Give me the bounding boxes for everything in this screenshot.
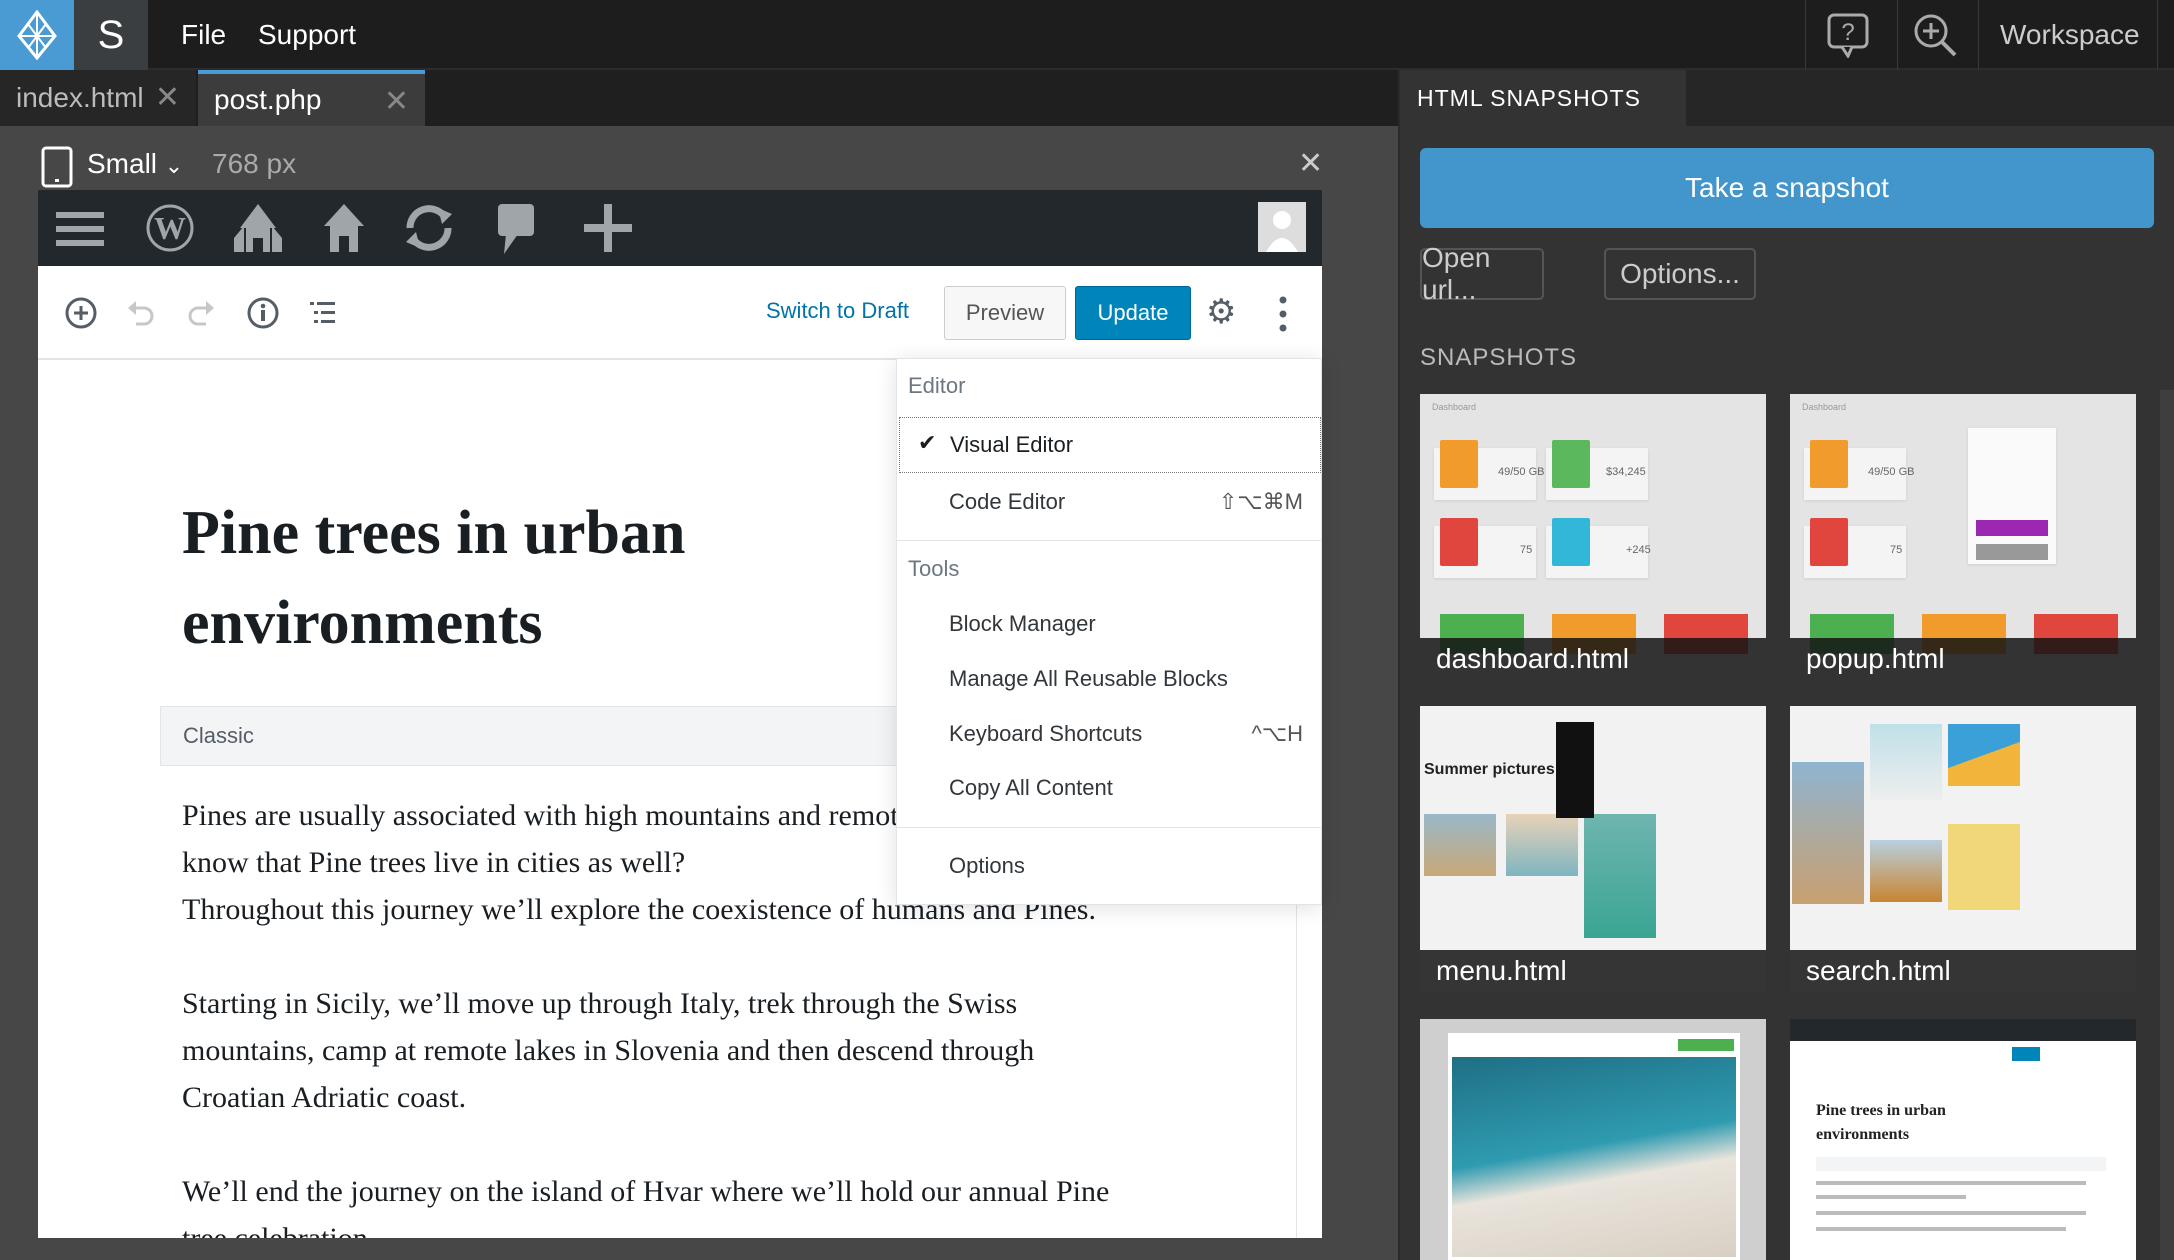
snapshot-menu[interactable]: Summer pictures menu.html bbox=[1420, 706, 1766, 992]
phone-icon[interactable] bbox=[40, 146, 74, 192]
add-new-icon[interactable] bbox=[584, 204, 632, 252]
thumb-text: Pine trees in urban environments bbox=[1816, 1102, 1946, 1143]
svg-text:W: W bbox=[154, 210, 186, 246]
my-sites-icon[interactable] bbox=[230, 202, 286, 254]
zoom-in-icon[interactable] bbox=[1912, 12, 1958, 62]
post-title[interactable]: Pine trees in urban environments bbox=[182, 488, 902, 668]
tab-post-php[interactable]: post.php ✕ bbox=[198, 70, 425, 126]
avatar[interactable] bbox=[1258, 202, 1306, 252]
divider bbox=[1978, 0, 1979, 70]
menu-item-copy-all-content[interactable]: Copy All Content bbox=[949, 775, 1113, 801]
paragraph[interactable]: Starting in Sicily, we’ll move up throug… bbox=[182, 980, 1142, 1121]
snapshot-label: search.html bbox=[1790, 950, 2136, 992]
outline-icon[interactable] bbox=[308, 300, 338, 326]
add-block-icon[interactable] bbox=[64, 296, 98, 330]
divider bbox=[897, 827, 1321, 828]
menu-item-label: Visual Editor bbox=[950, 432, 1074, 457]
menu-item-options[interactable]: Options bbox=[949, 853, 1025, 879]
thumb-text: Summer pictures bbox=[1424, 761, 1555, 778]
snapshot-popup[interactable]: Dashboard 49/50 GB 75 popup.html bbox=[1790, 394, 2136, 680]
thumb-text: 75 bbox=[1520, 544, 1533, 556]
more-menu-icon[interactable] bbox=[1278, 296, 1288, 332]
app-logo[interactable] bbox=[0, 0, 74, 70]
close-tab-icon[interactable]: ✕ bbox=[155, 80, 180, 115]
settings-gear-icon[interactable]: ⚙ bbox=[1206, 292, 1236, 332]
device-size-label: Small bbox=[87, 148, 158, 179]
preview-button[interactable]: Preview bbox=[944, 286, 1066, 340]
classic-block-toolbar[interactable]: Classic bbox=[160, 706, 960, 766]
snapshot-label: menu.html bbox=[1420, 950, 1766, 992]
thumb-text: 75 bbox=[1890, 544, 1903, 556]
preview-bottom-margin bbox=[0, 1238, 1400, 1260]
device-size-select[interactable]: Small ⌄ bbox=[87, 148, 183, 180]
close-preview-icon[interactable]: ✕ bbox=[1298, 146, 1323, 181]
chevron-down-icon: ⌄ bbox=[164, 153, 184, 178]
shortcut-label: ⇧⌥⌘M bbox=[1218, 489, 1303, 514]
home-icon[interactable] bbox=[322, 202, 366, 254]
menu-file[interactable]: File bbox=[181, 0, 226, 70]
divider bbox=[897, 540, 1321, 541]
snapshot-label: popup.html bbox=[1790, 638, 2136, 680]
close-tab-icon[interactable]: ✕ bbox=[384, 84, 409, 119]
device-width-label: 768 px bbox=[212, 148, 297, 179]
menu-item-visual-editor[interactable]: ✔ Visual Editor bbox=[899, 417, 1321, 473]
open-url-button[interactable]: Open url... bbox=[1420, 242, 1544, 305]
thumb-text: 49/50 GB bbox=[1868, 466, 1915, 478]
snapshot-dashboard[interactable]: Dashboard 49/50 GB $34,245 75 +245 dashb… bbox=[1420, 394, 1766, 680]
divider bbox=[1805, 0, 1806, 70]
svg-text:?: ? bbox=[1841, 19, 1854, 46]
help-icon[interactable]: ? bbox=[1826, 12, 1870, 62]
divider bbox=[2157, 0, 2158, 70]
snapshot-wp-editor[interactable]: Pine trees in urban environments bbox=[1790, 1019, 2136, 1260]
menu-item-code-editor[interactable]: Code Editor bbox=[949, 489, 1065, 515]
take-snapshot-button[interactable]: Take a snapshot bbox=[1420, 148, 2154, 228]
thumb-text: 49/50 GB bbox=[1498, 466, 1545, 478]
menu-support[interactable]: Support bbox=[258, 0, 356, 70]
tab-label: index.html bbox=[16, 82, 144, 113]
wordpress-icon[interactable]: W bbox=[146, 204, 194, 252]
switch-to-draft-button[interactable]: Switch to Draft bbox=[766, 298, 909, 324]
checkmark-icon: ✔ bbox=[918, 430, 937, 455]
snapshot-label: dashboard.html bbox=[1420, 638, 1766, 680]
shortcut-label: ^⌥H bbox=[1251, 721, 1303, 746]
paragraph[interactable]: We’ll end the journey on the island of H… bbox=[182, 1168, 1142, 1238]
thumb-text: +245 bbox=[1626, 544, 1651, 556]
pinegrow-logo-icon bbox=[17, 10, 57, 60]
redo-icon[interactable] bbox=[186, 298, 216, 328]
comments-icon[interactable] bbox=[496, 202, 536, 256]
menu-heading-tools: Tools bbox=[908, 556, 960, 581]
info-icon[interactable] bbox=[246, 296, 280, 330]
tab-index-html[interactable]: index.html ✕ bbox=[0, 70, 196, 126]
divider bbox=[1897, 0, 1898, 70]
options-button[interactable]: Options... bbox=[1604, 248, 1756, 300]
menu-item-keyboard-shortcuts[interactable]: Keyboard Shortcuts bbox=[949, 721, 1142, 747]
thumb-text: Dashboard bbox=[1802, 402, 1847, 412]
update-button[interactable]: Update bbox=[1075, 286, 1191, 340]
updates-icon[interactable] bbox=[400, 202, 458, 254]
editor-toolbar: Switch to Draft Preview Update ⚙ bbox=[38, 266, 1322, 360]
workspace-button[interactable]: Workspace bbox=[2000, 0, 2140, 70]
snapshots-heading: SNAPSHOTS bbox=[1420, 344, 1578, 371]
tab-html-snapshots[interactable]: HTML SNAPSHOTS bbox=[1400, 70, 1686, 126]
menu-item-block-manager[interactable]: Block Manager bbox=[949, 611, 1096, 637]
thumb-text: Dashboard bbox=[1432, 402, 1477, 412]
hamburger-icon[interactable] bbox=[56, 210, 104, 248]
more-tools-menu: Editor ✔ Visual Editor Code Editor ⇧⌥⌘M … bbox=[896, 358, 1322, 905]
snapshots-panel: HTML SNAPSHOTS Take a snapshot Open url.… bbox=[1400, 70, 2174, 1260]
wp-admin-bar: W bbox=[38, 190, 1322, 266]
panel-scrollbar[interactable] bbox=[2160, 390, 2174, 1260]
menu-item-manage-reusable-blocks[interactable]: Manage All Reusable Blocks bbox=[949, 666, 1228, 692]
thumb-text: $34,245 bbox=[1606, 466, 1646, 478]
app-s-button[interactable]: S bbox=[74, 0, 148, 70]
snapshot-search[interactable]: search.html bbox=[1790, 706, 2136, 992]
snapshot-photo-modal[interactable] bbox=[1420, 1019, 1766, 1260]
tab-label: post.php bbox=[214, 84, 322, 115]
undo-icon[interactable] bbox=[126, 298, 156, 328]
menu-heading-editor: Editor bbox=[908, 373, 966, 398]
